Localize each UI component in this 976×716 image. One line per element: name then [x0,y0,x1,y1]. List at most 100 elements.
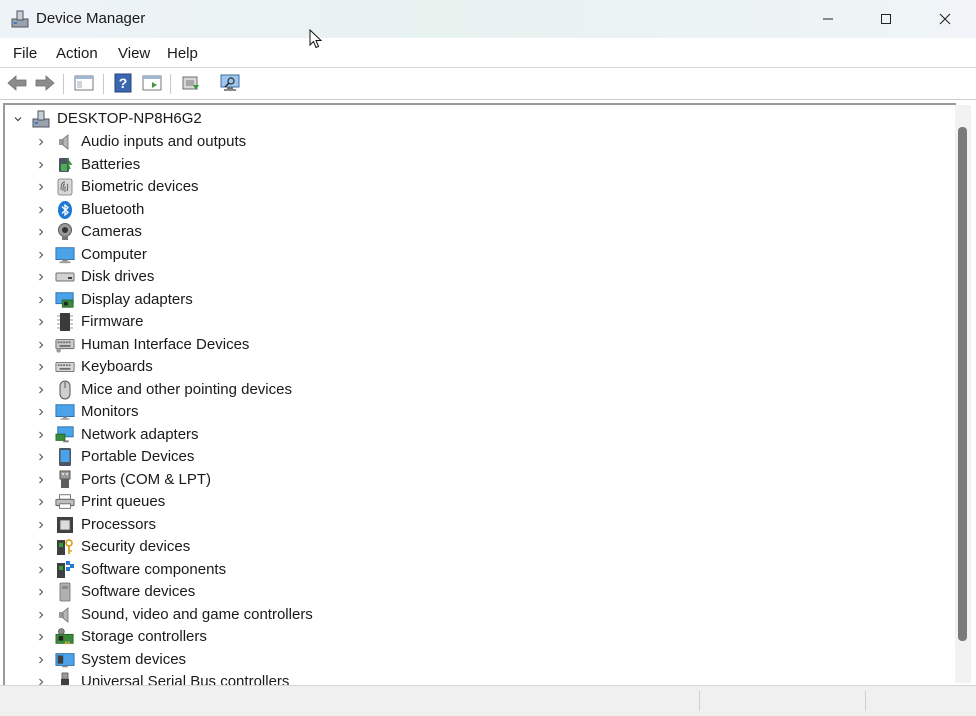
chevron-right-icon[interactable] [34,338,48,352]
keyboard-icon [55,357,75,377]
chevron-right-icon[interactable] [34,293,48,307]
tree-category-row[interactable]: Biometric devices [5,176,945,198]
show-hide-console-tree-icon [74,75,94,91]
chevron-right-icon[interactable] [34,180,48,194]
tree-category-row[interactable]: Monitors [5,401,945,423]
tree-category-row[interactable]: Security devices [5,536,945,558]
display-adapter-icon [55,290,75,310]
tree-category-row[interactable]: Bluetooth [5,199,945,221]
vertical-scrollbar[interactable] [955,105,971,683]
chevron-right-icon[interactable] [34,203,48,217]
menu-action[interactable]: Action [56,45,98,62]
tree-category-row[interactable]: Print queues [5,491,945,513]
chevron-right-icon[interactable] [34,383,48,397]
chevron-right-icon[interactable] [34,360,48,374]
chevron-right-icon[interactable] [34,270,48,284]
chevron-right-icon[interactable] [34,428,48,442]
chevron-right-icon[interactable] [34,450,48,464]
tree-category-label: Security devices [81,538,191,555]
menu-bar: File Action View Help [0,38,976,68]
back-icon [7,75,27,91]
maximize-icon [881,14,891,24]
chevron-down-icon[interactable] [11,112,25,126]
tree-category-row[interactable]: Sound, video and game controllers [5,604,945,626]
tree-category-row[interactable]: Cameras [5,221,945,243]
tree-category-label: Human Interface Devices [81,335,250,353]
window-title: Device Manager [36,10,146,27]
tree-category-row[interactable]: Universal Serial Bus controllers [5,671,945,685]
scan-hardware-button[interactable] [219,72,241,94]
chevron-right-icon[interactable] [34,158,48,172]
chevron-right-icon[interactable] [34,608,48,622]
forward-button[interactable] [34,72,56,94]
chevron-right-icon[interactable] [34,630,48,644]
toolbar-separator [63,74,64,94]
tree-category-label: Batteries [81,155,141,173]
menu-view[interactable]: View [118,45,150,62]
tree-category-label: Monitors [81,403,139,420]
toolbar: ? [0,68,976,100]
tree-category-label: Print queues [81,493,166,510]
show-hide-console-tree-button[interactable] [73,72,95,94]
tree-category-row[interactable]: System devices [5,649,945,671]
tree-category-row[interactable]: Batteries [5,154,945,176]
tree-category-label: Computer [81,245,147,263]
back-button[interactable] [6,72,28,94]
device-tree[interactable]: DESKTOP-NP8H6G2 Audio inputs and outputs… [3,103,956,685]
tree-category-row[interactable]: Human Interface Devices [5,334,945,356]
status-bar [0,685,976,716]
menu-help[interactable]: Help [167,45,198,62]
chevron-right-icon[interactable] [34,585,48,599]
tree-category-label: Disk drives [81,268,155,285]
chevron-right-icon[interactable] [34,405,48,419]
chevron-right-icon[interactable] [34,653,48,667]
sound-controller-icon [55,605,75,625]
chevron-right-icon[interactable] [34,675,48,685]
computer-root-icon [31,109,51,129]
chevron-right-icon[interactable] [34,225,48,239]
tree-category-row[interactable]: Disk drives [5,266,945,288]
tree-category-row[interactable]: Software devices [5,581,945,603]
tree-category-row[interactable]: Ports (COM & LPT) [5,469,945,491]
portable-device-icon [55,447,75,467]
tree-category-row[interactable]: Mice and other pointing devices [5,379,945,401]
maximize-button[interactable] [857,0,915,38]
chevron-right-icon[interactable] [34,540,48,554]
tree-category-row[interactable]: Portable Devices [5,446,945,468]
help-button[interactable]: ? [112,72,134,94]
close-button[interactable] [916,0,974,38]
chevron-right-icon[interactable] [34,473,48,487]
tree-root-node[interactable]: DESKTOP-NP8H6G2 [5,108,945,130]
title-bar[interactable]: Device Manager [0,0,976,38]
tree-category-row[interactable]: Display adapters [5,289,945,311]
tree-category-label: Sound, video and game controllers [81,605,313,623]
computer-icon [55,245,75,265]
tree-category-row[interactable]: Processors [5,514,945,536]
chevron-right-icon[interactable] [34,135,48,149]
tree-category-label: Portable Devices [81,448,195,465]
usb-icon [55,672,75,685]
tree-category-row[interactable]: Keyboards [5,356,945,378]
tree-category-row[interactable]: Software components [5,559,945,581]
tree-category-row[interactable]: Storage controllers [5,626,945,648]
menu-file[interactable]: File [13,45,37,62]
tree-category-row[interactable]: Audio inputs and outputs [5,131,945,153]
chevron-right-icon[interactable] [34,248,48,262]
tree-category-label: Biometric devices [81,178,199,195]
chevron-right-icon[interactable] [34,518,48,532]
tree-category-row[interactable]: Network adapters [5,424,945,446]
scrollbar-thumb[interactable] [958,127,967,641]
software-component-icon [55,560,75,580]
action-pane-button[interactable] [141,72,163,94]
update-driver-button[interactable] [179,72,201,94]
forward-icon [35,75,55,91]
minimize-button[interactable] [799,0,857,38]
tree-category-row[interactable]: Firmware [5,311,945,333]
tree-category-label: Cameras [81,223,142,240]
chevron-right-icon[interactable] [34,315,48,329]
bluetooth-icon [55,200,75,220]
tree-root-label: DESKTOP-NP8H6G2 [57,110,202,127]
chevron-right-icon[interactable] [34,495,48,509]
tree-category-row[interactable]: Computer [5,244,945,266]
chevron-right-icon[interactable] [34,563,48,577]
